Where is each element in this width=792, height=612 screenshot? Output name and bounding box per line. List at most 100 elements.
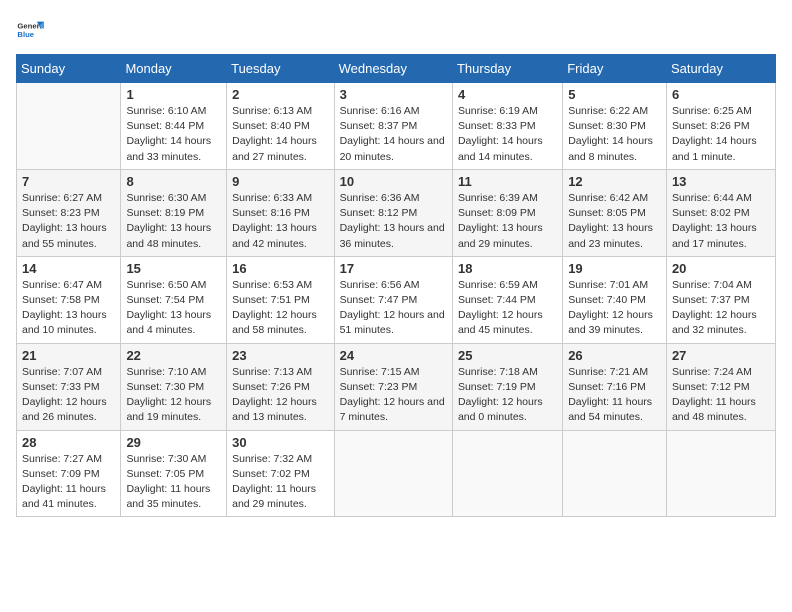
day-number: 2 <box>232 87 328 102</box>
day-info: Sunrise: 6:27 AMSunset: 8:23 PMDaylight:… <box>22 191 115 252</box>
day-number: 12 <box>568 174 661 189</box>
day-number: 17 <box>340 261 447 276</box>
day-info: Sunrise: 7:30 AMSunset: 7:05 PMDaylight:… <box>126 452 221 513</box>
day-info: Sunrise: 7:04 AMSunset: 7:37 PMDaylight:… <box>672 278 770 339</box>
day-info: Sunrise: 7:18 AMSunset: 7:19 PMDaylight:… <box>458 365 557 426</box>
day-number: 5 <box>568 87 661 102</box>
calendar-week-row: 1Sunrise: 6:10 AMSunset: 8:44 PMDaylight… <box>17 83 776 170</box>
day-number: 18 <box>458 261 557 276</box>
calendar-day-cell: 5Sunrise: 6:22 AMSunset: 8:30 PMDaylight… <box>563 83 667 170</box>
calendar-day-cell: 12 Sunrise: 6:42 AMSunset: 8:05 PMDayligh… <box>563 169 667 256</box>
day-number: 6 <box>672 87 770 102</box>
calendar-day-cell: 6 Sunrise: 6:25 AMSunset: 8:26 PMDaylight… <box>666 83 775 170</box>
day-info: Sunrise: 7:13 AMSunset: 7:26 PMDaylight:… <box>232 365 328 426</box>
calendar-day-cell: 28 Sunrise: 7:27 AMSunset: 7:09 PMDayligh… <box>17 430 121 517</box>
day-number: 20 <box>672 261 770 276</box>
day-info: Sunrise: 6:25 AMSunset: 8:26 PMDaylight:… <box>672 104 770 165</box>
day-number: 21 <box>22 348 115 363</box>
calendar-day-cell <box>452 430 562 517</box>
weekday-header: Saturday <box>666 55 775 83</box>
day-info: Sunrise: 7:10 AMSunset: 7:30 PMDaylight:… <box>126 365 221 426</box>
day-number: 15 <box>126 261 221 276</box>
calendar-day-cell: 3Sunrise: 6:16 AMSunset: 8:37 PMDaylight… <box>334 83 452 170</box>
calendar-day-cell: 11 Sunrise: 6:39 AMSunset: 8:09 PMDayligh… <box>452 169 562 256</box>
day-number: 1 <box>126 87 221 102</box>
weekday-header: Thursday <box>452 55 562 83</box>
page-header: General Blue <box>16 16 776 44</box>
calendar-day-cell <box>17 83 121 170</box>
day-number: 24 <box>340 348 447 363</box>
day-info: Sunrise: 6:53 AMSunset: 7:51 PMDaylight:… <box>232 278 328 339</box>
day-info: Sunrise: 6:33 AMSunset: 8:16 PMDaylight:… <box>232 191 328 252</box>
calendar-day-cell: 15 Sunrise: 6:50 AMSunset: 7:54 PMDayligh… <box>121 256 227 343</box>
calendar-day-cell: 7 Sunrise: 6:27 AMSunset: 8:23 PMDaylight… <box>17 169 121 256</box>
calendar-day-cell: 1Sunrise: 6:10 AMSunset: 8:44 PMDaylight… <box>121 83 227 170</box>
day-number: 25 <box>458 348 557 363</box>
day-info: Sunrise: 6:47 AMSunset: 7:58 PMDaylight:… <box>22 278 115 339</box>
day-info: Sunrise: 7:24 AMSunset: 7:12 PMDaylight:… <box>672 365 770 426</box>
day-info: Sunrise: 7:27 AMSunset: 7:09 PMDaylight:… <box>22 452 115 513</box>
day-info: Sunrise: 7:15 AMSunset: 7:23 PMDaylight:… <box>340 365 447 426</box>
calendar-day-cell: 4Sunrise: 6:19 AMSunset: 8:33 PMDaylight… <box>452 83 562 170</box>
day-number: 16 <box>232 261 328 276</box>
day-number: 11 <box>458 174 557 189</box>
calendar-week-row: 14 Sunrise: 6:47 AMSunset: 7:58 PMDayligh… <box>17 256 776 343</box>
weekday-header: Monday <box>121 55 227 83</box>
day-number: 13 <box>672 174 770 189</box>
calendar-day-cell: 9 Sunrise: 6:33 AMSunset: 8:16 PMDaylight… <box>227 169 334 256</box>
day-info: Sunrise: 7:21 AMSunset: 7:16 PMDaylight:… <box>568 365 661 426</box>
day-number: 9 <box>232 174 328 189</box>
day-info: Sunrise: 6:50 AMSunset: 7:54 PMDaylight:… <box>126 278 221 339</box>
calendar-week-row: 7 Sunrise: 6:27 AMSunset: 8:23 PMDaylight… <box>17 169 776 256</box>
day-info: Sunrise: 6:59 AMSunset: 7:44 PMDaylight:… <box>458 278 557 339</box>
day-number: 27 <box>672 348 770 363</box>
calendar-day-cell <box>666 430 775 517</box>
day-number: 7 <box>22 174 115 189</box>
day-number: 23 <box>232 348 328 363</box>
day-number: 14 <box>22 261 115 276</box>
day-number: 19 <box>568 261 661 276</box>
day-number: 3 <box>340 87 447 102</box>
svg-text:Blue: Blue <box>17 30 34 39</box>
calendar-day-cell <box>563 430 667 517</box>
calendar-day-cell: 25 Sunrise: 7:18 AMSunset: 7:19 PMDayligh… <box>452 343 562 430</box>
calendar-day-cell: 10 Sunrise: 6:36 AMSunset: 8:12 PMDayligh… <box>334 169 452 256</box>
calendar-day-cell: 22 Sunrise: 7:10 AMSunset: 7:30 PMDayligh… <box>121 343 227 430</box>
calendar-day-cell: 8 Sunrise: 6:30 AMSunset: 8:19 PMDaylight… <box>121 169 227 256</box>
day-number: 4 <box>458 87 557 102</box>
weekday-header: Friday <box>563 55 667 83</box>
calendar-day-cell: 13 Sunrise: 6:44 AMSunset: 8:02 PMDayligh… <box>666 169 775 256</box>
calendar-day-cell: 14 Sunrise: 6:47 AMSunset: 7:58 PMDayligh… <box>17 256 121 343</box>
logo: General Blue <box>16 16 44 44</box>
day-info: Sunrise: 6:36 AMSunset: 8:12 PMDaylight:… <box>340 191 447 252</box>
calendar-week-row: 21Sunrise: 7:07 AMSunset: 7:33 PMDayligh… <box>17 343 776 430</box>
calendar-day-cell: 16 Sunrise: 6:53 AMSunset: 7:51 PMDayligh… <box>227 256 334 343</box>
day-info: Sunrise: 7:32 AMSunset: 7:02 PMDaylight:… <box>232 452 328 513</box>
day-number: 8 <box>126 174 221 189</box>
day-info: Sunrise: 7:01 AMSunset: 7:40 PMDaylight:… <box>568 278 661 339</box>
day-info: Sunrise: 6:39 AMSunset: 8:09 PMDaylight:… <box>458 191 557 252</box>
calendar-week-row: 28 Sunrise: 7:27 AMSunset: 7:09 PMDayligh… <box>17 430 776 517</box>
calendar-day-cell: 20 Sunrise: 7:04 AMSunset: 7:37 PMDayligh… <box>666 256 775 343</box>
weekday-header: Wednesday <box>334 55 452 83</box>
day-number: 26 <box>568 348 661 363</box>
day-number: 29 <box>126 435 221 450</box>
calendar-day-cell: 19 Sunrise: 7:01 AMSunset: 7:40 PMDayligh… <box>563 256 667 343</box>
day-info: Sunrise: 6:30 AMSunset: 8:19 PMDaylight:… <box>126 191 221 252</box>
calendar-day-cell: 2 Sunrise: 6:13 AMSunset: 8:40 PMDaylight… <box>227 83 334 170</box>
calendar-day-cell <box>334 430 452 517</box>
day-number: 10 <box>340 174 447 189</box>
calendar-table: SundayMondayTuesdayWednesdayThursdayFrid… <box>16 54 776 517</box>
day-number: 22 <box>126 348 221 363</box>
weekday-header: Sunday <box>17 55 121 83</box>
logo-icon: General Blue <box>16 16 44 44</box>
calendar-header-row: SundayMondayTuesdayWednesdayThursdayFrid… <box>17 55 776 83</box>
day-info: Sunrise: 6:13 AMSunset: 8:40 PMDaylight:… <box>232 104 328 165</box>
day-info: Sunrise: 6:42 AMSunset: 8:05 PMDaylight:… <box>568 191 661 252</box>
calendar-day-cell: 30Sunrise: 7:32 AMSunset: 7:02 PMDayligh… <box>227 430 334 517</box>
calendar-day-cell: 23 Sunrise: 7:13 AMSunset: 7:26 PMDayligh… <box>227 343 334 430</box>
calendar-day-cell: 29 Sunrise: 7:30 AMSunset: 7:05 PMDayligh… <box>121 430 227 517</box>
calendar-day-cell: 26 Sunrise: 7:21 AMSunset: 7:16 PMDayligh… <box>563 343 667 430</box>
day-info: Sunrise: 6:44 AMSunset: 8:02 PMDaylight:… <box>672 191 770 252</box>
day-number: 28 <box>22 435 115 450</box>
